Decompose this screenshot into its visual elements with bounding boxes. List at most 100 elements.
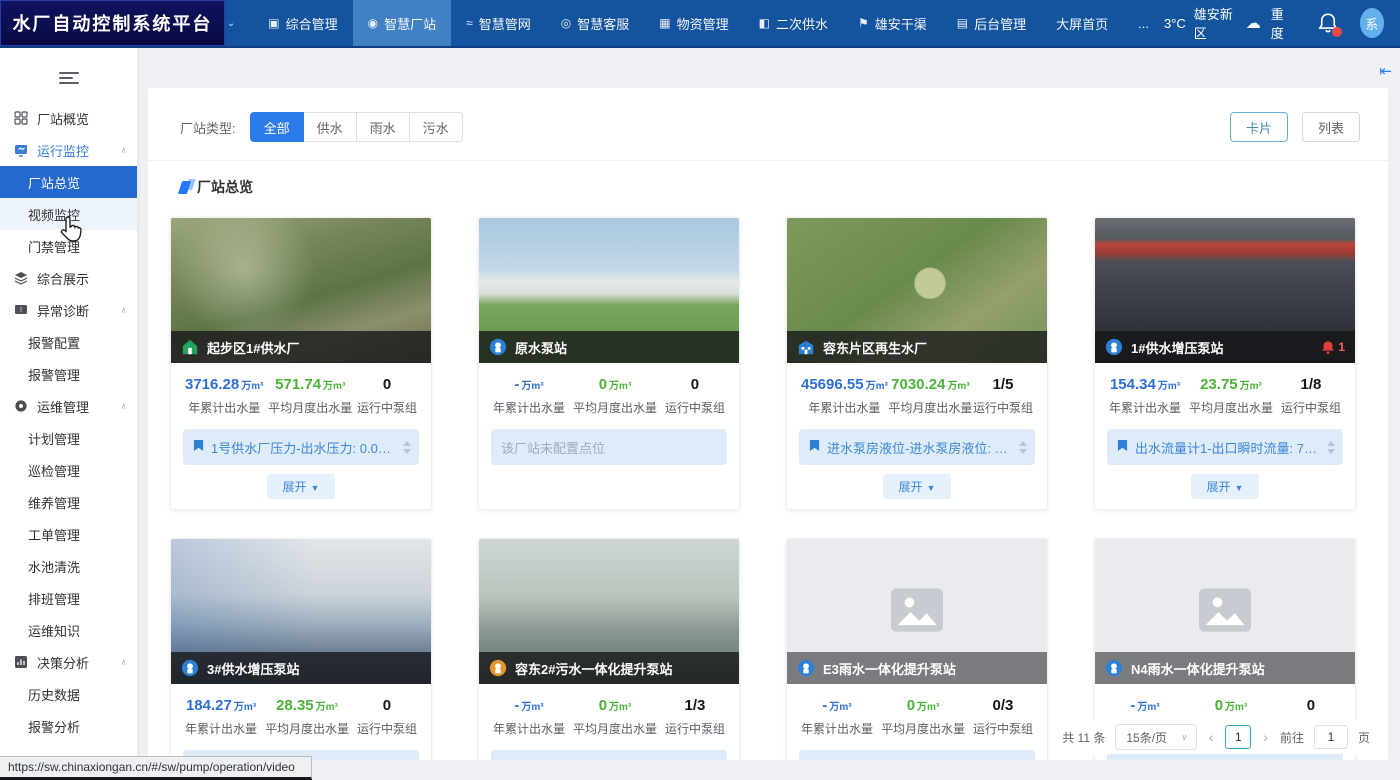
sidebar-group-ops-mgmt[interactable]: 运维管理 ∧ <box>0 390 137 422</box>
factory-icon <box>797 338 815 356</box>
filter-option-sewage[interactable]: 污水 <box>409 112 463 142</box>
sidebar-item-alarm-mgmt[interactable]: 报警管理 <box>0 358 137 390</box>
station-card[interactable]: 3#供水增压泵站 184.27万m³年累计出水量 28.35万m³平均月度出水量… <box>170 538 432 760</box>
sidebar-label: 视频监控 <box>28 205 80 224</box>
sidebar-item-workorder-mgmt[interactable]: 工单管理 <box>0 518 137 550</box>
nav-item-more[interactable]: ... <box>1123 0 1164 46</box>
running-pumps-label: 运行中泵组 <box>973 399 1033 416</box>
sidebar-item-inspection-mgmt[interactable]: 巡检管理 <box>0 454 137 486</box>
station-photo-placeholder: E3雨水一体化提升泵站 <box>787 539 1047 684</box>
unit: 万m³ <box>521 702 543 713</box>
station-point-tag[interactable]: 进水泵房液位-进水泵房液位: 4.298m <box>799 429 1035 465</box>
nav-item-smart-service[interactable]: ◎智慧客服 <box>546 0 645 46</box>
sidebar-group-anomaly-diagnosis[interactable]: ! 异常诊断 ∧ <box>0 294 137 326</box>
station-titlebar: E3雨水一体化提升泵站 <box>787 652 1047 684</box>
expand-label: 展开 <box>899 480 923 494</box>
sidebar-item-plant-overview[interactable]: 厂站概览 <box>0 102 137 134</box>
unit: 万m³ <box>609 702 631 713</box>
nav-item-secondary-supply[interactable]: ◧二次供水 <box>744 0 843 46</box>
nav-item-integrated-mgmt[interactable]: ▣综合管理 <box>253 0 352 46</box>
station-point-tag[interactable]: 出水流量计1-出口瞬时流量: 7865.719m³/h <box>1107 429 1343 465</box>
next-page-icon[interactable]: › <box>1261 729 1270 745</box>
current-page[interactable]: 1 <box>1225 725 1251 749</box>
station-point-tag[interactable]: 1号供水厂压力-出水压力: 0.0MPa <box>183 429 419 465</box>
nav-item-dashboard-home[interactable]: 大屏首页 <box>1041 0 1123 46</box>
station-card[interactable]: 原水泵站 -万m³年累计出水量 0万m³平均月度出水量 0运行中泵组 该厂站未配… <box>478 217 740 510</box>
sidebar-item-plan-mgmt[interactable]: 计划管理 <box>0 422 137 454</box>
nav-item-smart-pipeline[interactable]: ≈智慧管网 <box>451 0 546 46</box>
month-output-value: 0 <box>907 697 915 714</box>
unit: 万m³ <box>323 381 345 392</box>
bookmark-icon <box>193 439 204 455</box>
nav-label: 智慧管网 <box>479 14 531 33</box>
sidebar-label: 报警配置 <box>28 333 80 352</box>
tag-scroll-arrows[interactable] <box>1019 441 1027 454</box>
sidebar-item-historical-data[interactable]: 历史数据 <box>0 678 137 710</box>
year-output-value: 154.34 <box>1110 376 1156 393</box>
title-chevron-icon[interactable]: ⌄ <box>227 18 235 29</box>
running-pumps-value: 0 <box>383 697 391 714</box>
sidebar-group-decision-analysis[interactable]: 决策分析 ∧ <box>0 646 137 678</box>
station-titlebar: 容东2#污水一体化提升泵站 <box>479 652 739 684</box>
filter-option-rain[interactable]: 雨水 <box>356 112 410 142</box>
sidebar: 厂站概览 运行监控 ∧ 厂站总览 视频监控 门禁管理 综合展示 ! 异常诊断 ∧… <box>0 48 137 780</box>
tag-scroll-arrows[interactable] <box>1327 441 1335 454</box>
station-card[interactable]: E3雨水一体化提升泵站 -万m³年累计出水量 0万m³平均月度出水量 0/3运行… <box>786 538 1048 760</box>
image-placeholder-icon <box>1199 588 1251 635</box>
unit: 万m³ <box>1137 702 1159 713</box>
list-view-button[interactable]: 列表 <box>1302 112 1360 142</box>
prev-page-icon[interactable]: ‹ <box>1207 729 1216 745</box>
sidebar-item-integrated-display[interactable]: 综合展示 <box>0 262 137 294</box>
sidebar-label: 门禁管理 <box>28 237 80 256</box>
expand-button[interactable]: 展开▼ <box>267 474 336 499</box>
filter-option-all[interactable]: 全部 <box>250 112 304 142</box>
point-tag-text: 该厂站未配置点位 <box>501 438 719 457</box>
sidebar-item-access-control[interactable]: 门禁管理 <box>0 230 137 262</box>
expand-button[interactable]: 展开▼ <box>883 474 952 499</box>
unit: 万m³ <box>609 381 631 392</box>
status-url: https://sw.chinaxiongan.cn/#/sw/pump/ope… <box>8 760 295 774</box>
sidebar-item-station-overview[interactable]: 厂站总览 <box>0 166 137 198</box>
sidebar-group-operation-monitoring[interactable]: 运行监控 ∧ <box>0 134 137 166</box>
nav-item-xiongan-canal[interactable]: ⚑雄安干渠 <box>843 0 942 46</box>
sidebar-item-alarm-analysis[interactable]: 报警分析 <box>0 710 137 742</box>
sidebar-item-alarm-config[interactable]: 报警配置 <box>0 326 137 358</box>
operation-monitoring-icon <box>14 143 29 157</box>
unit: 万m³ <box>1240 381 1262 392</box>
tag-scroll-arrows[interactable] <box>403 441 411 454</box>
nav-item-smart-plant[interactable]: ◉智慧厂站 <box>353 0 452 46</box>
goto-page-input[interactable] <box>1314 725 1348 749</box>
nav-item-materials[interactable]: ▦物资管理 <box>644 0 743 46</box>
integrated-mgmt-icon: ▣ <box>268 16 279 30</box>
user-avatar[interactable]: 系 <box>1360 8 1384 38</box>
point-tag-text: 该厂站未配置点位 <box>1117 759 1335 761</box>
year-output-value: - <box>514 376 519 393</box>
alarm-bell-icon <box>1321 340 1335 355</box>
expand-button[interactable]: 展开▼ <box>1191 474 1260 499</box>
filter-option-supply[interactable]: 供水 <box>303 112 357 142</box>
card-view-button[interactable]: 卡片 <box>1230 112 1288 142</box>
sidebar-item-ops-knowledge[interactable]: 运维知识 <box>0 614 137 646</box>
sidebar-item-shift-mgmt[interactable]: 排班管理 <box>0 582 137 614</box>
page-size-select[interactable]: 15条/页∨ <box>1115 724 1196 750</box>
station-card[interactable]: 起步区1#供水厂 3716.28万m³年累计出水量 571.74万m³平均月度出… <box>170 217 432 510</box>
drawer-collapse-icon[interactable]: ⇤ <box>1379 62 1392 80</box>
expand-label: 展开 <box>1207 480 1231 494</box>
sidebar-item-maintenance-mgmt[interactable]: 维养管理 <box>0 486 137 518</box>
nav-label: 后台管理 <box>974 14 1026 33</box>
alarm-indicator[interactable]: 1 <box>1321 340 1345 355</box>
station-card[interactable]: 容东2#污水一体化提升泵站 -万m³年累计出水量 0万m³平均月度出水量 1/3… <box>478 538 740 760</box>
chevron-up-icon: ∧ <box>120 305 127 316</box>
section-icon <box>178 181 191 194</box>
station-card[interactable]: 容东片区再生水厂 45696.55万m³年累计出水量 7030.24万m³平均月… <box>786 217 1048 510</box>
station-card[interactable]: 1#供水增压泵站 1 154.34万m³年累计出水量 23.75万m³平均月度出… <box>1094 217 1356 510</box>
notification-bell-icon[interactable] <box>1318 12 1338 34</box>
bookmark-icon <box>809 439 820 455</box>
unit: 万m³ <box>521 381 543 392</box>
sidebar-item-tank-cleaning[interactable]: 水池清洗 <box>0 550 137 582</box>
sidebar-collapse-icon[interactable] <box>59 72 79 84</box>
nav-item-backend-mgmt[interactable]: ▤后台管理 <box>942 0 1041 46</box>
pump-icon <box>1105 338 1123 356</box>
sidebar-item-video-monitoring[interactable]: 视频监控 <box>0 198 137 230</box>
unit: 万m³ <box>241 381 263 392</box>
